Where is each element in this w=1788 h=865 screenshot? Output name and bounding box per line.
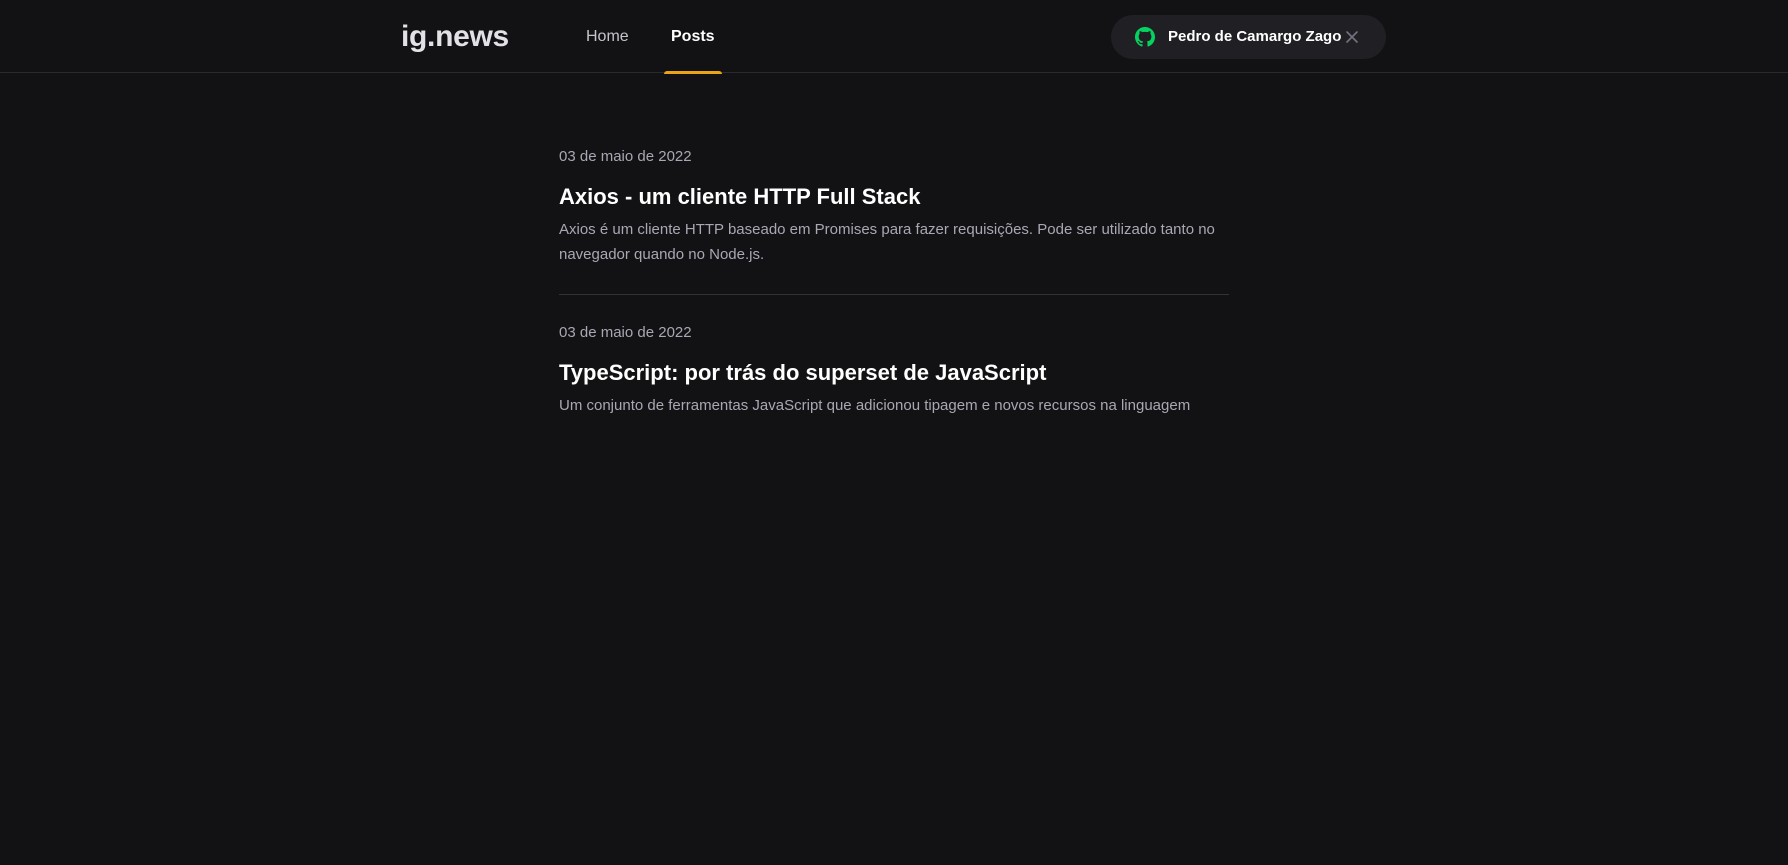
github-signin-button[interactable]: Pedro de Camargo Zago bbox=[1111, 15, 1386, 59]
nav-posts-label: Posts bbox=[671, 28, 715, 45]
post-divider bbox=[559, 294, 1229, 295]
post-date: 03 de maio de 2022 bbox=[559, 148, 692, 165]
post-item[interactable]: 03 de maio de 2022 TypeScript: por trás … bbox=[559, 323, 1229, 418]
post-title[interactable]: Axios - um cliente HTTP Full Stack bbox=[559, 183, 1229, 211]
top-header: ig.news Home Posts Pedro de Camargo Zago bbox=[0, 0, 1788, 74]
close-icon[interactable] bbox=[1345, 30, 1359, 44]
post-date: 03 de maio de 2022 bbox=[559, 324, 692, 341]
active-nav-indicator bbox=[664, 71, 722, 74]
post-item[interactable]: 03 de maio de 2022 Axios - um cliente HT… bbox=[559, 147, 1229, 267]
nav-home-link[interactable]: Home bbox=[586, 0, 629, 73]
post-excerpt: Axios é um cliente HTTP baseado em Promi… bbox=[559, 221, 1215, 263]
post-excerpt: Um conjunto de ferramentas JavaScript qu… bbox=[559, 397, 1191, 414]
user-name: Pedro de Camargo Zago bbox=[1168, 28, 1342, 45]
logo[interactable]: ig.news bbox=[401, 17, 509, 57]
nav-posts-link[interactable]: Posts bbox=[664, 0, 722, 74]
post-title[interactable]: TypeScript: por trás do superset de Java… bbox=[559, 359, 1229, 387]
github-icon bbox=[1135, 27, 1155, 47]
